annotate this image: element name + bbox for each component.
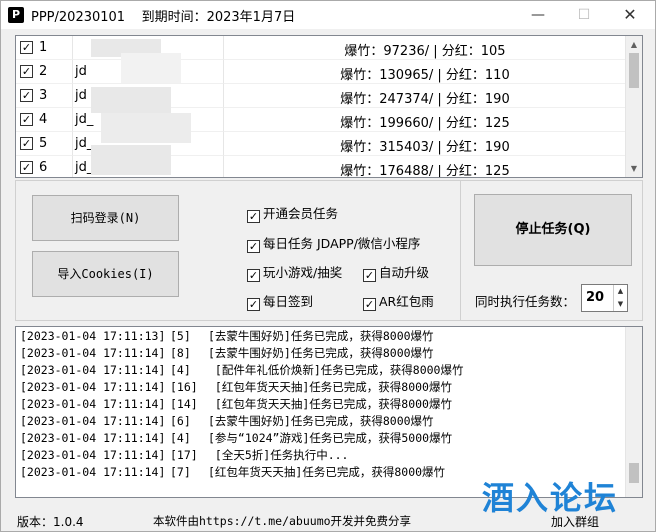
- option-daily-task[interactable]: ✓ 每日任务 JDAPP/微信小程序: [247, 233, 421, 253]
- scrollbar-thumb[interactable]: [629, 463, 639, 483]
- account-checkbox[interactable]: ✓: [20, 41, 33, 54]
- log-message: [去蒙牛围好奶]任务已完成，获得8000爆竹: [208, 346, 434, 360]
- log-message: [红包年货天天抽]任务已完成，获得8000爆竹: [208, 397, 452, 411]
- log-message: [配件年礼低价焕新]任务已完成，获得8000爆竹: [208, 363, 464, 377]
- developer-notice: 本软件由https://t.me/abuumo开发并免费分享: [153, 514, 412, 528]
- row-number: 1: [39, 40, 48, 55]
- option-label: 开通会员任务: [263, 206, 339, 221]
- log-line: [2023-01-04 17:11:14] [7] [红包年货天天抽]任务已完成，获…: [20, 464, 445, 481]
- option-daily-signin[interactable]: ✓ 每日签到: [247, 291, 314, 311]
- log-line: [2023-01-04 17:11:14] [6] [去蒙牛围好奶]任务已完成，获得…: [20, 413, 434, 430]
- app-window: P PPP/20230101 到期时间：2023年1月7日 — ☐ ✕ ✓ 1 爆…: [0, 0, 656, 532]
- account-checkbox[interactable]: ✓: [20, 137, 33, 150]
- log-line: [2023-01-04 17:11:14] [8] [去蒙牛围好奶]任务已完成，获得…: [20, 345, 434, 362]
- scroll-down-arrow-icon[interactable]: ▼: [626, 160, 642, 177]
- checkbox-checked-icon[interactable]: ✓: [247, 269, 260, 282]
- log-account-id: [17]: [170, 448, 198, 462]
- option-label: 玩小游戏/抽奖: [263, 265, 343, 280]
- scrollbar-thumb[interactable]: [629, 53, 639, 88]
- checkbox-checked-icon[interactable]: ✓: [363, 298, 376, 311]
- app-icon: P: [8, 7, 24, 23]
- log-message: [全天5折]任务执行中...: [208, 448, 349, 462]
- log-message: [红包年货天天抽]任务已完成，获得8000爆竹: [208, 380, 452, 394]
- option-member-task[interactable]: ✓ 开通会员任务: [247, 203, 339, 223]
- log-line: [2023-01-04 17:11:14] [4] [配件年礼低价焕新]任务已完成…: [20, 362, 463, 379]
- row-number: 4: [39, 112, 48, 127]
- log-account-id: [14]: [170, 397, 198, 411]
- option-label: 每日签到: [263, 294, 314, 309]
- row-number: 2: [39, 64, 48, 79]
- log-timestamp: [2023-01-04 17:11:14]: [20, 363, 166, 377]
- checkbox-checked-icon[interactable]: ✓: [247, 240, 260, 253]
- account-checkbox[interactable]: ✓: [20, 161, 33, 174]
- log-message: [去蒙牛围好奶]任务已完成，获得8000爆竹: [208, 414, 434, 428]
- log-scrollbar[interactable]: [625, 327, 642, 497]
- log-timestamp: [2023-01-04 17:11:14]: [20, 448, 166, 462]
- row-number: 3: [39, 88, 48, 103]
- concurrency-label: 同时执行任务数：: [475, 294, 576, 309]
- close-button[interactable]: ✕: [607, 1, 653, 29]
- log-message: [红包年货天天抽]任务已完成，获得8000爆竹: [208, 465, 446, 479]
- import-cookies-button[interactable]: 导入Cookies(I): [32, 251, 179, 297]
- account-stats: 爆竹：130965/ | 分红：110: [340, 68, 510, 83]
- log-message: [去蒙牛围好奶]任务已完成，获得8000爆竹: [208, 329, 434, 343]
- maximize-button[interactable]: ☐: [561, 1, 607, 29]
- log-account-id: [4]: [170, 363, 191, 377]
- window-title: PPP/20230101 到期时间：2023年1月7日: [31, 10, 296, 25]
- log-timestamp: [2023-01-04 17:11:14]: [20, 431, 166, 445]
- version-label: 版本：1.0.4: [17, 515, 84, 529]
- scan-login-button[interactable]: 扫码登录(N): [32, 195, 179, 241]
- account-stats: 爆竹：97236/ | 分红：105: [344, 44, 506, 59]
- log-account-id: [7]: [170, 465, 191, 479]
- minimize-button[interactable]: —: [515, 1, 561, 29]
- log-account-id: [5]: [170, 329, 191, 343]
- account-stats: 爆竹：176488/ | 分红：125: [340, 164, 510, 178]
- concurrency-value[interactable]: 20: [586, 290, 604, 305]
- stepper-up-icon[interactable]: ▲: [613, 285, 627, 298]
- log-timestamp: [2023-01-04 17:11:14]: [20, 346, 166, 360]
- concurrency-stepper[interactable]: 20 ▲ ▼: [581, 284, 628, 312]
- log-line: [2023-01-04 17:11:14] [17] [全天5折]任务执行中...: [20, 447, 348, 464]
- log-timestamp: [2023-01-04 17:11:13]: [20, 329, 166, 343]
- stepper-down-icon[interactable]: ▼: [613, 298, 627, 311]
- log-account-id: [8]: [170, 346, 191, 360]
- log-timestamp: [2023-01-04 17:11:14]: [20, 397, 166, 411]
- option-label: AR红包雨: [379, 294, 434, 309]
- log-account-id: [6]: [170, 414, 191, 428]
- account-stats: 爆竹：315403/ | 分红：190: [340, 140, 510, 155]
- option-mini-games[interactable]: ✓ 玩小游戏/抽奖: [247, 262, 343, 282]
- log-timestamp: [2023-01-04 17:11:14]: [20, 465, 166, 479]
- row-number: 5: [39, 136, 48, 151]
- checkbox-checked-icon[interactable]: ✓: [363, 269, 376, 282]
- account-stats: 爆竹：247374/ | 分红：190: [340, 92, 510, 107]
- option-label: 自动升级: [379, 265, 430, 280]
- option-auto-upgrade[interactable]: ✓ 自动升级: [363, 262, 430, 282]
- scroll-up-arrow-icon[interactable]: ▲: [626, 36, 642, 53]
- option-label: 每日任务 JDAPP/微信小程序: [263, 236, 421, 251]
- account-stats: 爆竹：199660/ | 分红：125: [340, 116, 510, 131]
- log-line: [2023-01-04 17:11:14] [16] [红包年货天天抽]任务已完成…: [20, 379, 452, 396]
- account-list-scrollbar[interactable]: ▲ ▼: [625, 36, 642, 177]
- row-number: 6: [39, 160, 48, 175]
- account-checkbox[interactable]: ✓: [20, 65, 33, 78]
- checkbox-checked-icon[interactable]: ✓: [247, 298, 260, 311]
- log-account-id: [16]: [170, 380, 198, 394]
- log-line: [2023-01-04 17:11:14] [14] [红包年货天天抽]任务已完成…: [20, 396, 452, 413]
- account-checkbox[interactable]: ✓: [20, 113, 33, 126]
- account-checkbox[interactable]: ✓: [20, 89, 33, 102]
- log-timestamp: [2023-01-04 17:11:14]: [20, 414, 166, 428]
- checkbox-checked-icon[interactable]: ✓: [247, 210, 260, 223]
- forum-watermark: 酒入论坛: [482, 479, 619, 517]
- log-line: [2023-01-04 17:11:13] [5] [去蒙牛围好奶]任务已完成，获得…: [20, 328, 434, 345]
- title-bar: P PPP/20230101 到期时间：2023年1月7日 — ☐ ✕: [1, 1, 655, 29]
- redaction-blur: [71, 35, 225, 177]
- log-timestamp: [2023-01-04 17:11:14]: [20, 380, 166, 394]
- panel-divider: [460, 181, 461, 320]
- log-line: [2023-01-04 17:11:14] [4] [参与“1024”游戏]任务已完…: [20, 430, 452, 447]
- log-account-id: [4]: [170, 431, 191, 445]
- log-message: [参与“1024”游戏]任务已完成，获得5000爆竹: [208, 431, 453, 445]
- option-ar-redpacket[interactable]: ✓ AR红包雨: [363, 291, 434, 311]
- stop-task-button[interactable]: 停止任务(Q): [474, 194, 632, 266]
